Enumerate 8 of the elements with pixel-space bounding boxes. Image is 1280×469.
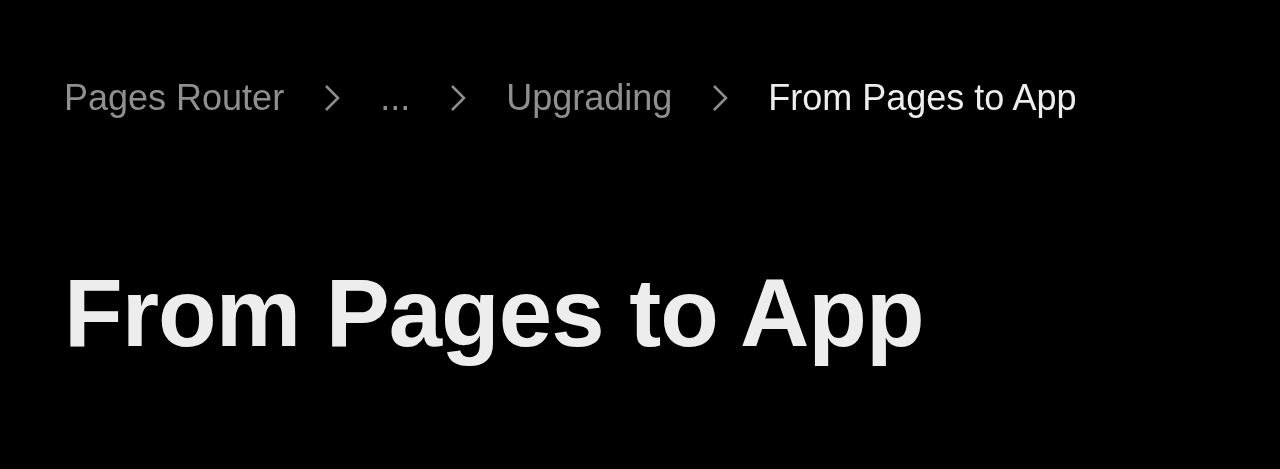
page-title: From Pages to App — [64, 258, 925, 368]
breadcrumb-link[interactable]: ... — [380, 74, 411, 122]
chevron-right-icon — [324, 84, 341, 112]
breadcrumb-link[interactable]: Upgrading — [506, 74, 673, 122]
chevron-right-icon — [712, 84, 729, 112]
breadcrumb-link[interactable]: Pages Router — [64, 74, 285, 122]
breadcrumb-link[interactable]: From Pages to App — [768, 74, 1077, 122]
chevron-right-icon — [450, 84, 467, 112]
